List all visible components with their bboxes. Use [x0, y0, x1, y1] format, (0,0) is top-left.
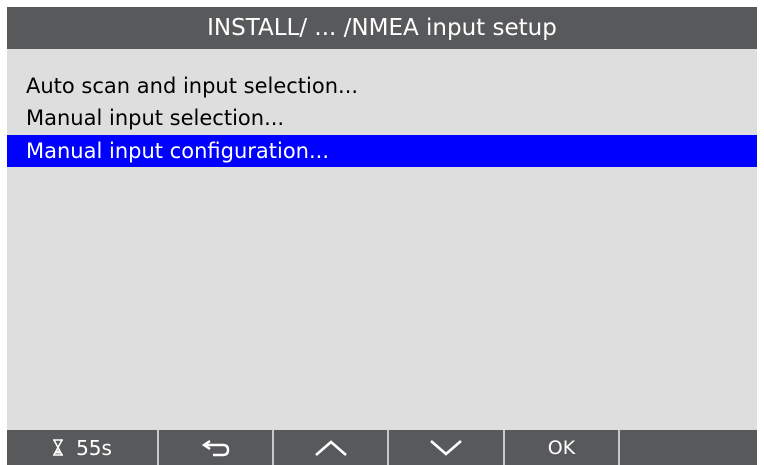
- up-button[interactable]: [274, 430, 389, 465]
- empty-soft-key[interactable]: [620, 430, 757, 465]
- chevron-up-icon: [314, 439, 348, 457]
- down-button[interactable]: [389, 430, 505, 465]
- return-arrow-icon: [201, 438, 231, 458]
- hourglass-icon: [52, 439, 64, 456]
- menu-item-manual-input-configuration[interactable]: Manual input configuration...: [7, 135, 757, 167]
- ok-button[interactable]: OK: [505, 430, 620, 465]
- chevron-down-icon: [429, 439, 463, 457]
- menu-list: Auto scan and input selection... Manual …: [7, 71, 757, 169]
- page-title: INSTALL/ ... /NMEA input setup: [7, 7, 757, 49]
- back-button[interactable]: [159, 430, 274, 465]
- soft-key-bar: 55s OK: [7, 430, 757, 465]
- menu-item-manual-input-selection[interactable]: Manual input selection...: [7, 103, 757, 133]
- ok-button-label: OK: [547, 436, 576, 459]
- timeout-timer: 55s: [7, 430, 159, 465]
- device-screen: INSTALL/ ... /NMEA input setup Auto scan…: [7, 7, 757, 465]
- timeout-timer-value: 55s: [76, 435, 112, 460]
- menu-item-auto-scan[interactable]: Auto scan and input selection...: [7, 71, 757, 101]
